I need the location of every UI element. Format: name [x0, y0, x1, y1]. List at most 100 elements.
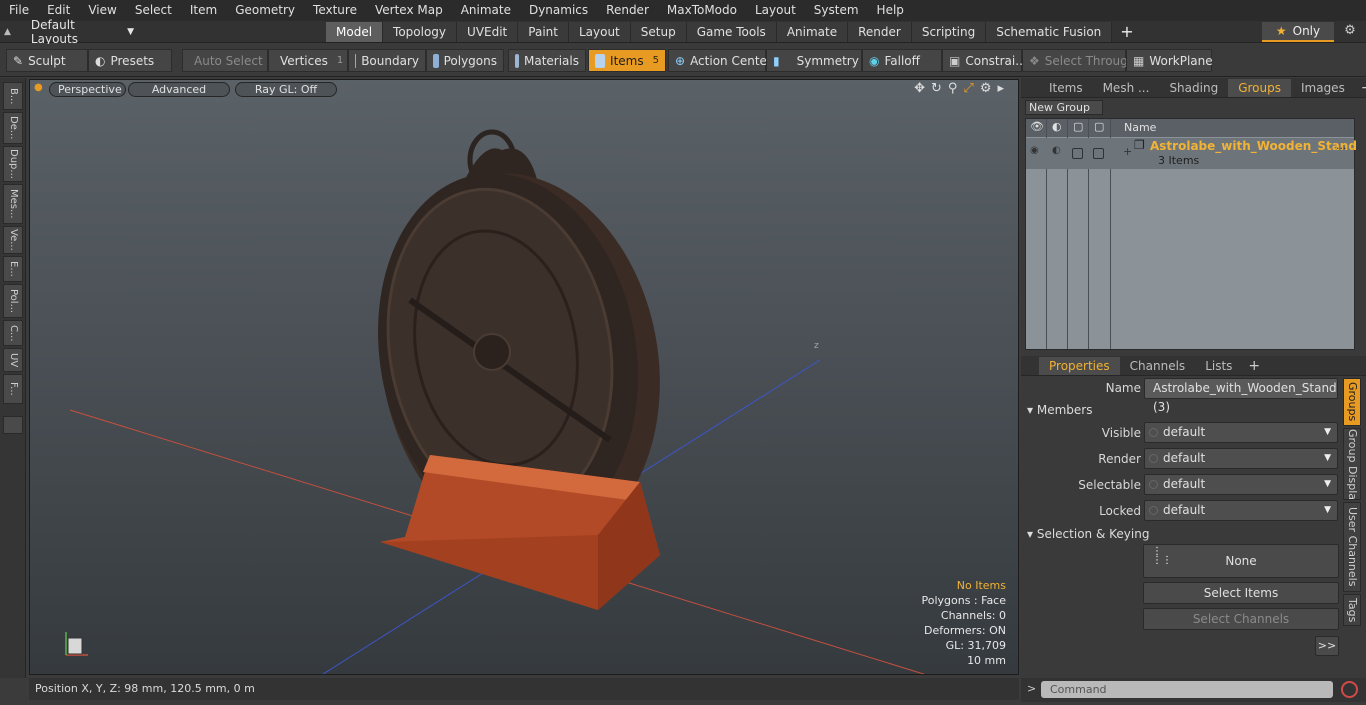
- menu-layout[interactable]: Layout: [746, 0, 805, 21]
- gear-icon[interactable]: ⚙: [1340, 23, 1360, 41]
- falloff-button[interactable]: ◉ Falloff: [862, 49, 942, 72]
- menu-system[interactable]: System: [805, 0, 868, 21]
- left-tab-deform[interactable]: De...: [3, 112, 23, 144]
- render-icon[interactable]: ◐: [1052, 120, 1062, 133]
- only-button[interactable]: ★ Only: [1262, 22, 1334, 42]
- menu-animate[interactable]: Animate: [452, 0, 520, 21]
- tab-setup[interactable]: Setup: [630, 22, 687, 42]
- constraints-button[interactable]: ▣ Constrai...: [942, 49, 1027, 72]
- menu-texture[interactable]: Texture: [304, 0, 366, 21]
- 3d-viewport[interactable]: z ● Perspective Advanced Ray GL: Off ✥ ↻…: [29, 79, 1019, 675]
- left-tab-curve[interactable]: C...: [3, 320, 23, 346]
- name-field[interactable]: Astrolabe_with_Wooden_Stand (3): [1144, 378, 1338, 414]
- side-tab-group-display[interactable]: Group Display: [1343, 428, 1361, 500]
- add-tab-button[interactable]: +: [1112, 22, 1141, 42]
- menu-geometry[interactable]: Geometry: [226, 0, 304, 21]
- add-lower-tab-button[interactable]: +: [1242, 357, 1266, 375]
- expand-plus-icon[interactable]: +: [1123, 145, 1132, 158]
- zoom-view-icon[interactable]: ⚲: [948, 81, 958, 96]
- menu-render[interactable]: Render: [597, 0, 658, 21]
- menu-select[interactable]: Select: [126, 0, 181, 21]
- vertices-button[interactable]: Vertices 1: [268, 49, 348, 72]
- side-tab-tags[interactable]: Tags: [1343, 594, 1361, 626]
- tab-schematic-fusion[interactable]: Schematic Fusion: [986, 22, 1113, 42]
- boundary-button[interactable]: Boundary: [348, 49, 426, 72]
- locked-dropdown[interactable]: default ▼: [1144, 500, 1338, 521]
- left-tab-duplicate[interactable]: Dup...: [3, 146, 23, 182]
- select-icon[interactable]: ▢: [1094, 120, 1104, 133]
- tab-topology[interactable]: Topology: [383, 22, 458, 42]
- viewport-menu-dot-icon[interactable]: ●: [34, 82, 43, 93]
- select-items-button[interactable]: Select Items: [1143, 582, 1339, 604]
- tab-scripting[interactable]: Scripting: [911, 22, 987, 42]
- presets-button[interactable]: ◐ Presets: [88, 49, 172, 72]
- tab-items[interactable]: Items: [1039, 79, 1093, 97]
- left-strip-toggle[interactable]: [3, 416, 23, 434]
- tab-lists[interactable]: Lists: [1195, 357, 1242, 375]
- new-group-button[interactable]: New Group: [1025, 100, 1103, 115]
- row-eye-icon[interactable]: ◉: [1030, 145, 1039, 156]
- action-center-button[interactable]: ⊕ Action Center: [668, 49, 772, 72]
- advanced-button[interactable]: Advanced: [128, 82, 230, 97]
- tab-layout[interactable]: Layout: [568, 22, 631, 42]
- side-tab-user-channels[interactable]: User Channels: [1343, 502, 1361, 592]
- tab-uvedit[interactable]: UVEdit: [457, 22, 519, 42]
- viewport-expand-icon[interactable]: ▸: [997, 81, 1004, 96]
- left-tab-fusion[interactable]: F...: [3, 374, 23, 404]
- tab-groups[interactable]: Groups: [1228, 79, 1291, 97]
- tab-model[interactable]: Model: [326, 22, 384, 42]
- left-tab-edge[interactable]: E...: [3, 256, 23, 282]
- tab-images[interactable]: Images: [1291, 79, 1355, 97]
- render-dropdown[interactable]: default ▼: [1144, 448, 1338, 469]
- raygl-button[interactable]: Ray GL: Off: [235, 82, 337, 97]
- tab-animate[interactable]: Animate: [776, 22, 849, 42]
- select-channels-button[interactable]: Select Channels: [1143, 608, 1339, 630]
- left-tab-uv[interactable]: UV: [3, 348, 23, 372]
- items-button[interactable]: Items 5: [588, 49, 666, 72]
- members-section[interactable]: ▾ Members: [1027, 403, 1092, 417]
- row-select-checkbox[interactable]: [1093, 148, 1104, 159]
- expand-button[interactable]: >>: [1315, 636, 1339, 656]
- move-view-icon[interactable]: ✥: [914, 81, 925, 96]
- command-input[interactable]: Command: [1041, 681, 1333, 698]
- layout-selector[interactable]: ▲ Default Layouts ▼: [4, 18, 134, 46]
- polygons-button[interactable]: Polygons: [426, 49, 504, 72]
- select-through-button[interactable]: ❖ Select Through: [1022, 49, 1135, 72]
- left-tab-polygon[interactable]: Pol...: [3, 284, 23, 318]
- menu-dynamics[interactable]: Dynamics: [520, 0, 597, 21]
- fit-view-icon[interactable]: ⤢: [963, 81, 973, 96]
- group-row[interactable]: ◉ ◐ + ❐ Astrolabe_with_Wooden_Stand ... …: [1026, 138, 1357, 169]
- lock-icon[interactable]: ▢: [1073, 120, 1083, 133]
- left-tab-mesh[interactable]: Mes...: [3, 184, 23, 224]
- tab-channels[interactable]: Channels: [1120, 357, 1196, 375]
- menu-vertex-map[interactable]: Vertex Map: [366, 0, 452, 21]
- tab-render[interactable]: Render: [848, 22, 912, 42]
- left-tab-vertex[interactable]: Ve...: [3, 226, 23, 254]
- materials-button[interactable]: Materials: [508, 49, 586, 72]
- perspective-button[interactable]: Perspective: [49, 82, 126, 97]
- visible-dropdown[interactable]: default ▼: [1144, 422, 1338, 443]
- keying-none-button[interactable]: ⋮ ⋮⋮ None: [1143, 544, 1339, 578]
- row-render-icon[interactable]: ◐: [1052, 145, 1061, 156]
- left-tab-basic[interactable]: B...: [3, 82, 23, 110]
- selection-keying-section[interactable]: ▾ Selection & Keying: [1027, 527, 1149, 541]
- record-icon[interactable]: [1341, 681, 1358, 698]
- visibility-eye-icon[interactable]: 👁: [1030, 120, 1044, 133]
- tab-shading[interactable]: Shading: [1159, 79, 1228, 97]
- row-lock-checkbox[interactable]: [1072, 148, 1083, 159]
- add-panel-tab-button[interactable]: +: [1355, 79, 1366, 97]
- menu-help[interactable]: Help: [868, 0, 913, 21]
- tab-paint[interactable]: Paint: [518, 22, 569, 42]
- auto-select-button[interactable]: Auto Select: [182, 49, 268, 72]
- side-tab-groups[interactable]: Groups: [1343, 378, 1361, 426]
- tab-game-tools[interactable]: Game Tools: [686, 22, 777, 42]
- menu-maxtomodo[interactable]: MaxToModo: [658, 0, 746, 21]
- menu-item[interactable]: Item: [181, 0, 226, 21]
- rotate-view-icon[interactable]: ↻: [931, 81, 942, 96]
- tab-mesh[interactable]: Mesh ...: [1093, 79, 1160, 97]
- selectable-dropdown[interactable]: default ▼: [1144, 474, 1338, 495]
- sculpt-button[interactable]: ✎ Sculpt: [6, 49, 88, 72]
- workplane-button[interactable]: ▦ WorkPlane: [1126, 49, 1213, 72]
- viewport-gear-icon[interactable]: ⚙: [980, 81, 992, 96]
- symmetry-button[interactable]: ▮ Symmetry: [766, 49, 862, 72]
